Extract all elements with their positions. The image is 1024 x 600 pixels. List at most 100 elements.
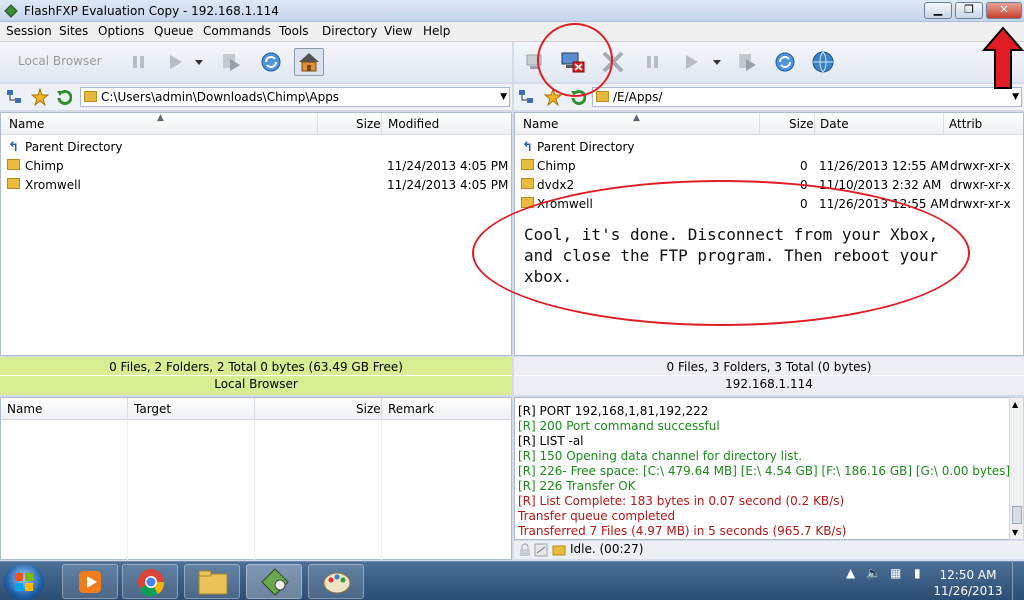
sort-arrow-icon: ▲ xyxy=(633,113,640,123)
log-line: [R] 150 Opening data channel for directo… xyxy=(518,449,803,463)
log-line: [R] List Complete: 183 bytes in 0.07 sec… xyxy=(518,494,845,508)
menu-tools[interactable]: Tools xyxy=(279,24,309,38)
scroll-down-icon[interactable]: ▼ xyxy=(1012,528,1018,537)
up-directory-icon[interactable] xyxy=(56,89,72,105)
remote-transfer-button[interactable] xyxy=(676,48,706,76)
transfer-dropdown[interactable] xyxy=(192,48,206,76)
col-date[interactable]: Date xyxy=(820,117,849,131)
col-size[interactable]: Size xyxy=(789,117,814,131)
refresh-icon xyxy=(775,52,795,72)
menu-view[interactable]: View xyxy=(384,24,412,38)
menu-sites[interactable]: Sites xyxy=(59,24,88,38)
refresh-remote-button[interactable] xyxy=(770,48,800,76)
network-icon[interactable] xyxy=(518,89,534,105)
folder-icon xyxy=(7,178,20,189)
scroll-up-icon[interactable]: ▲ xyxy=(1012,400,1018,409)
queue-stop-icon xyxy=(223,54,240,71)
volume-icon[interactable]: 🔈 xyxy=(866,566,881,580)
col-size[interactable]: Size xyxy=(356,117,381,131)
menu-help[interactable]: Help xyxy=(423,24,450,38)
pause-button[interactable] xyxy=(124,48,154,76)
chevron-down-icon[interactable]: ▼ xyxy=(1012,92,1019,102)
list-item[interactable]: ↰ Parent Directory xyxy=(515,138,1023,157)
tray-expand-icon[interactable]: ▲ xyxy=(846,566,855,580)
local-status-label: Local Browser xyxy=(214,377,298,391)
transfer-queue[interactable]: Name Target Size Remark xyxy=(0,397,512,560)
taskbar-chrome[interactable] xyxy=(122,564,178,599)
folder-icon xyxy=(7,159,20,170)
transfer-mode-icon xyxy=(534,543,548,557)
clock-time: 12:50 AM xyxy=(939,568,997,582)
connection-status-bar: Idle. (00:27) xyxy=(514,541,1024,559)
menu-directory[interactable]: Directory xyxy=(322,24,377,38)
log-line: Transfer queue completed xyxy=(518,509,676,523)
remote-transfer-dropdown[interactable] xyxy=(710,48,724,76)
log-line: [R] 226 Transfer OK xyxy=(518,479,636,493)
show-desktop-button[interactable] xyxy=(1012,562,1024,600)
folder-icon xyxy=(521,178,534,189)
globe-icon xyxy=(812,51,834,73)
menu-session[interactable]: Session xyxy=(6,24,52,38)
remote-pause-button[interactable] xyxy=(638,48,668,76)
local-path-bar: C:\Users\admin\Downloads\Chimp\Apps ▼ xyxy=(0,84,512,110)
home-button[interactable] xyxy=(294,48,324,76)
col-remark[interactable]: Remark xyxy=(388,402,434,416)
list-item[interactable]: Chimp 0 11/26/2013 12:55 AM drwxr-xr-x xyxy=(515,157,1023,176)
session-log[interactable]: [R] PORT 192,168,1,81,192,222 [R] 200 Por… xyxy=(514,397,1010,540)
menu-options[interactable]: Options xyxy=(98,24,144,38)
clock-date: 11/26/2013 xyxy=(933,584,1003,598)
parent-directory-icon: ↰ xyxy=(522,140,533,155)
favorites-star-icon[interactable] xyxy=(31,88,49,106)
taskbar-clock[interactable]: 12:50 AM 11/26/2013 xyxy=(933,567,1003,599)
transfer-button[interactable] xyxy=(160,48,190,76)
minimize-button[interactable]: ▁ xyxy=(924,2,952,19)
taskbar-explorer[interactable] xyxy=(184,564,240,599)
menu-bar: Session Sites Options Queue Commands Too… xyxy=(0,22,1024,42)
list-item[interactable]: Chimp 11/24/2013 4:05 PM xyxy=(1,157,511,176)
menu-commands[interactable]: Commands xyxy=(203,24,271,38)
stop-queue-button[interactable] xyxy=(216,48,246,76)
local-file-list[interactable]: Name ▲ Size Modified ↰ Parent Directory … xyxy=(0,112,512,356)
network-icon[interactable] xyxy=(6,89,22,105)
refresh-local-button[interactable] xyxy=(256,48,286,76)
taskbar-flashfxp[interactable] xyxy=(246,564,302,599)
log-line: [R] LIST -al xyxy=(518,434,584,448)
taskbar-media-player[interactable] xyxy=(62,564,118,599)
remote-status-summary: 0 Files, 3 Folders, 3 Total (0 bytes) xyxy=(666,360,872,374)
log-scrollbar[interactable]: ▲ ▼ xyxy=(1009,397,1024,540)
col-size[interactable]: Size xyxy=(356,402,381,416)
list-item[interactable]: ↰ Parent Directory xyxy=(1,138,511,157)
col-name[interactable]: Name xyxy=(9,117,44,131)
taskbar-paint[interactable] xyxy=(308,564,364,599)
media-player-icon xyxy=(79,571,101,593)
scroll-thumb[interactable] xyxy=(1012,506,1022,524)
col-target[interactable]: Target xyxy=(134,402,171,416)
list-item[interactable]: Xromwell 11/24/2013 4:05 PM xyxy=(1,176,511,195)
col-attrib[interactable]: Attrib xyxy=(949,117,982,131)
flashfxp-icon xyxy=(261,568,289,596)
instruction-text: Cool, it's done. Disconnect from your Xb… xyxy=(524,225,939,286)
remote-path-combobox[interactable]: /E/Apps/ ▼ xyxy=(592,87,1022,107)
chevron-down-icon[interactable]: ▼ xyxy=(500,92,507,102)
home-icon xyxy=(299,53,319,72)
local-path-combobox[interactable]: C:\Users\admin\Downloads\Chimp\Apps ▼ xyxy=(80,87,510,107)
windows-taskbar: ▲ 🔈 ▦ ▮ 12:50 AM 11/26/2013 xyxy=(0,561,1024,600)
refresh-icon xyxy=(261,52,281,72)
site-manager-button[interactable] xyxy=(808,48,838,76)
col-name[interactable]: Name xyxy=(523,117,558,131)
col-modified[interactable]: Modified xyxy=(388,117,439,131)
folder-icon xyxy=(596,91,609,102)
close-window-button[interactable]: ✕ xyxy=(986,2,1022,19)
start-button[interactable] xyxy=(4,564,44,600)
parent-directory-icon: ↰ xyxy=(8,140,19,155)
windows-logo-icon xyxy=(15,573,33,591)
col-name[interactable]: Name xyxy=(7,402,42,416)
remote-stop-queue-button[interactable] xyxy=(732,48,762,76)
signal-icon[interactable]: ▮ xyxy=(914,566,921,580)
maximize-button[interactable]: ❐ xyxy=(955,2,983,19)
menu-queue[interactable]: Queue xyxy=(154,24,193,38)
network-tray-icon[interactable]: ▦ xyxy=(890,566,901,580)
queue-stop-icon xyxy=(739,54,756,71)
pause-icon xyxy=(133,56,144,68)
lock-icon xyxy=(520,543,530,556)
